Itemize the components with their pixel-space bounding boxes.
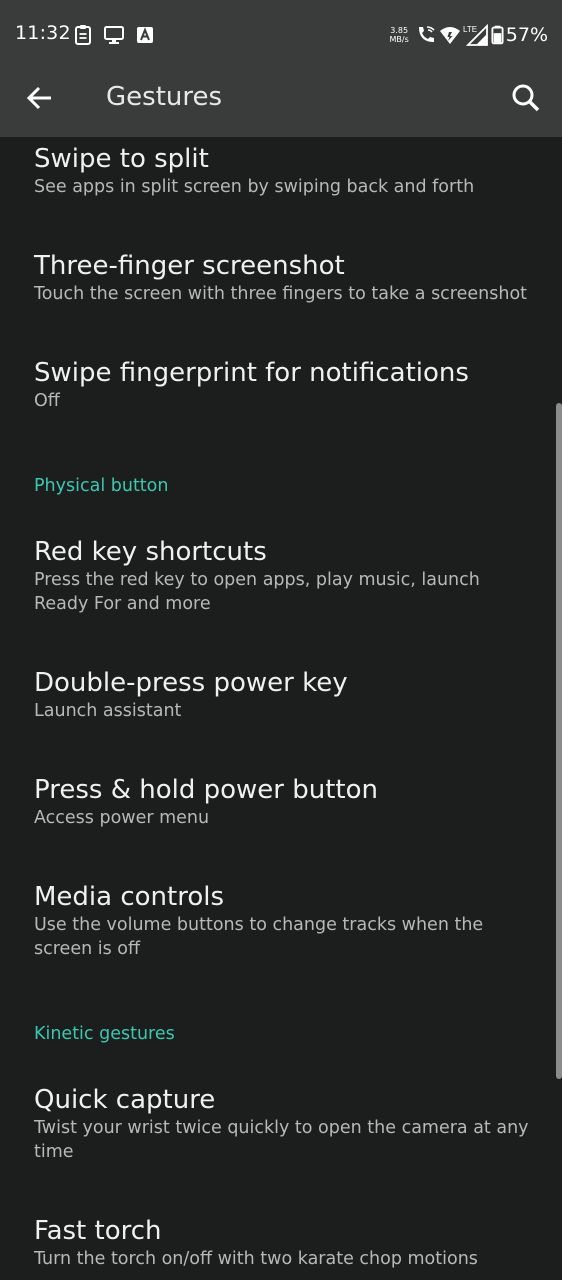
- setting-title: Fast torch: [34, 1216, 162, 1246]
- network-type-label: LTE: [463, 25, 477, 34]
- setting-subtitle: Twist your wrist twice quickly to open t…: [34, 1118, 529, 1162]
- font-icon: [137, 27, 153, 43]
- app-bar: Gestures: [0, 70, 562, 137]
- battery-icon: [491, 25, 504, 45]
- setting-title: Double-press power key: [34, 668, 348, 698]
- setting-fast-torch[interactable]: Fast torch Turn the torch on/off with tw…: [34, 1215, 534, 1271]
- section-header-kinetic-gestures: Kinetic gestures: [34, 1024, 175, 1044]
- setting-title: Media controls: [34, 882, 225, 912]
- setting-double-press-power-key[interactable]: Double-press power key Launch assistant: [34, 667, 534, 723]
- setting-press-hold-power-button[interactable]: Press & hold power button Access power m…: [34, 774, 534, 830]
- clipboard-icon: [75, 25, 91, 45]
- desktop-icon: [104, 26, 124, 44]
- setting-three-finger-screenshot[interactable]: Three-finger screenshot Touch the screen…: [34, 250, 534, 306]
- setting-subtitle: Touch the screen with three fingers to t…: [34, 284, 528, 304]
- battery-percentage: 57%: [505, 24, 548, 46]
- setting-subtitle: Access power menu: [34, 808, 210, 828]
- setting-subtitle: Launch assistant: [34, 701, 182, 721]
- status-right-group: 3.85 MB/s LTE 57%: [390, 22, 548, 48]
- setting-swipe-fingerprint[interactable]: Swipe fingerprint for notifications Off: [34, 357, 534, 413]
- setting-subtitle: Press the red key to open apps, play mus…: [34, 570, 480, 614]
- back-arrow-icon[interactable]: [24, 82, 56, 114]
- setting-title: Quick capture: [34, 1085, 216, 1115]
- setting-title: Swipe fingerprint for notifications: [34, 358, 469, 388]
- setting-subtitle: See apps in split screen by swiping back…: [34, 177, 475, 197]
- search-icon[interactable]: [510, 82, 542, 114]
- network-speed-value: 3.85: [390, 26, 409, 35]
- lte-signal-icon: LTE: [463, 24, 488, 46]
- page-title: Gestures: [106, 82, 223, 112]
- setting-title: Swipe to split: [34, 144, 209, 174]
- settings-screen: 11:32 3.85 MB/s LTE 57% Gestures Swipe t…: [0, 0, 562, 1280]
- network-speed-unit: MB/s: [389, 35, 409, 44]
- wifi-icon: [439, 27, 460, 44]
- top-area: 11:32 3.85 MB/s LTE 57% Gestures: [0, 0, 562, 137]
- section-header-physical-button: Physical button: [34, 476, 169, 496]
- setting-swipe-to-split[interactable]: Swipe to split See apps in split screen …: [34, 143, 534, 199]
- status-time: 11:32: [15, 22, 71, 44]
- setting-media-controls[interactable]: Media controls Use the volume buttons to…: [34, 881, 534, 961]
- setting-title: Press & hold power button: [34, 775, 378, 805]
- setting-subtitle: Turn the torch on/off with two karate ch…: [34, 1249, 478, 1269]
- status-bar: 11:32 3.85 MB/s LTE 57%: [0, 0, 562, 70]
- wifi-calling-icon: [418, 26, 435, 42]
- network-speed: 3.85 MB/s: [390, 26, 409, 44]
- setting-quick-capture[interactable]: Quick capture Twist your wrist twice qui…: [34, 1084, 534, 1164]
- setting-subtitle: Use the volume buttons to change tracks …: [34, 915, 484, 959]
- setting-subtitle: Off: [34, 391, 60, 411]
- settings-list: Swipe to split See apps in split screen …: [0, 137, 562, 1280]
- setting-title: Red key shortcuts: [34, 537, 267, 567]
- scrollbar[interactable]: [556, 403, 562, 1079]
- setting-red-key-shortcuts[interactable]: Red key shortcuts Press the red key to o…: [34, 536, 534, 616]
- setting-title: Three-finger screenshot: [34, 251, 345, 281]
